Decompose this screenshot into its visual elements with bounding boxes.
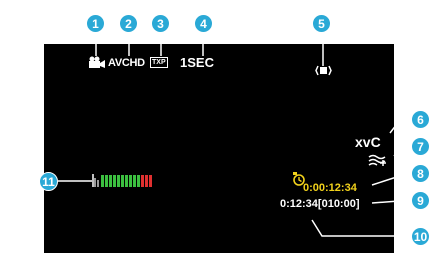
meter-bar-green (113, 174, 116, 187)
meter-bar-red (145, 174, 148, 187)
meter-bar-green (105, 174, 108, 187)
audio-level-meter-icon (92, 174, 99, 187)
remaining-recording-time: 0:12:34[010:00] (280, 198, 360, 210)
callout-5: 5 (312, 14, 331, 33)
video-camera-icon (89, 56, 105, 68)
meter-bar-green (129, 174, 132, 187)
meter-bar-green (117, 174, 120, 187)
callout-9: 9 (411, 191, 430, 210)
meter-bar-red (141, 174, 144, 187)
callout-4: 4 (194, 14, 213, 33)
callout-10: 10 (411, 227, 430, 246)
audio-level-meter (92, 174, 152, 187)
callout-3: 3 (151, 14, 170, 33)
image-stabilizer-icon (315, 65, 332, 76)
callout-6: 6 (411, 110, 430, 129)
color-mode-label: xvC (355, 134, 381, 150)
callout-8: 8 (411, 164, 430, 183)
meter-bar-green (137, 174, 140, 187)
callout-11: 11 (39, 172, 58, 191)
meter-bar-green (101, 174, 104, 187)
callout-7: 7 (411, 137, 430, 156)
video-quality-badge: TXP (150, 57, 168, 68)
audio-level-bars (101, 174, 152, 187)
meter-bar-green (125, 174, 128, 187)
meter-bar-green (121, 174, 124, 187)
meter-bar-green (133, 174, 136, 187)
callout-2: 2 (119, 14, 138, 33)
meter-bar-green (109, 174, 112, 187)
meter-bar-red (149, 174, 152, 187)
recording-format-label: AVCHD (108, 57, 145, 69)
wind-cut-icon (368, 154, 386, 166)
time-lapse-counter: 0:00:12:34 (303, 182, 357, 194)
camera-display-screen (44, 44, 394, 253)
time-lapse-interval-label: 1SEC (180, 55, 214, 70)
callout-1: 1 (86, 14, 105, 33)
